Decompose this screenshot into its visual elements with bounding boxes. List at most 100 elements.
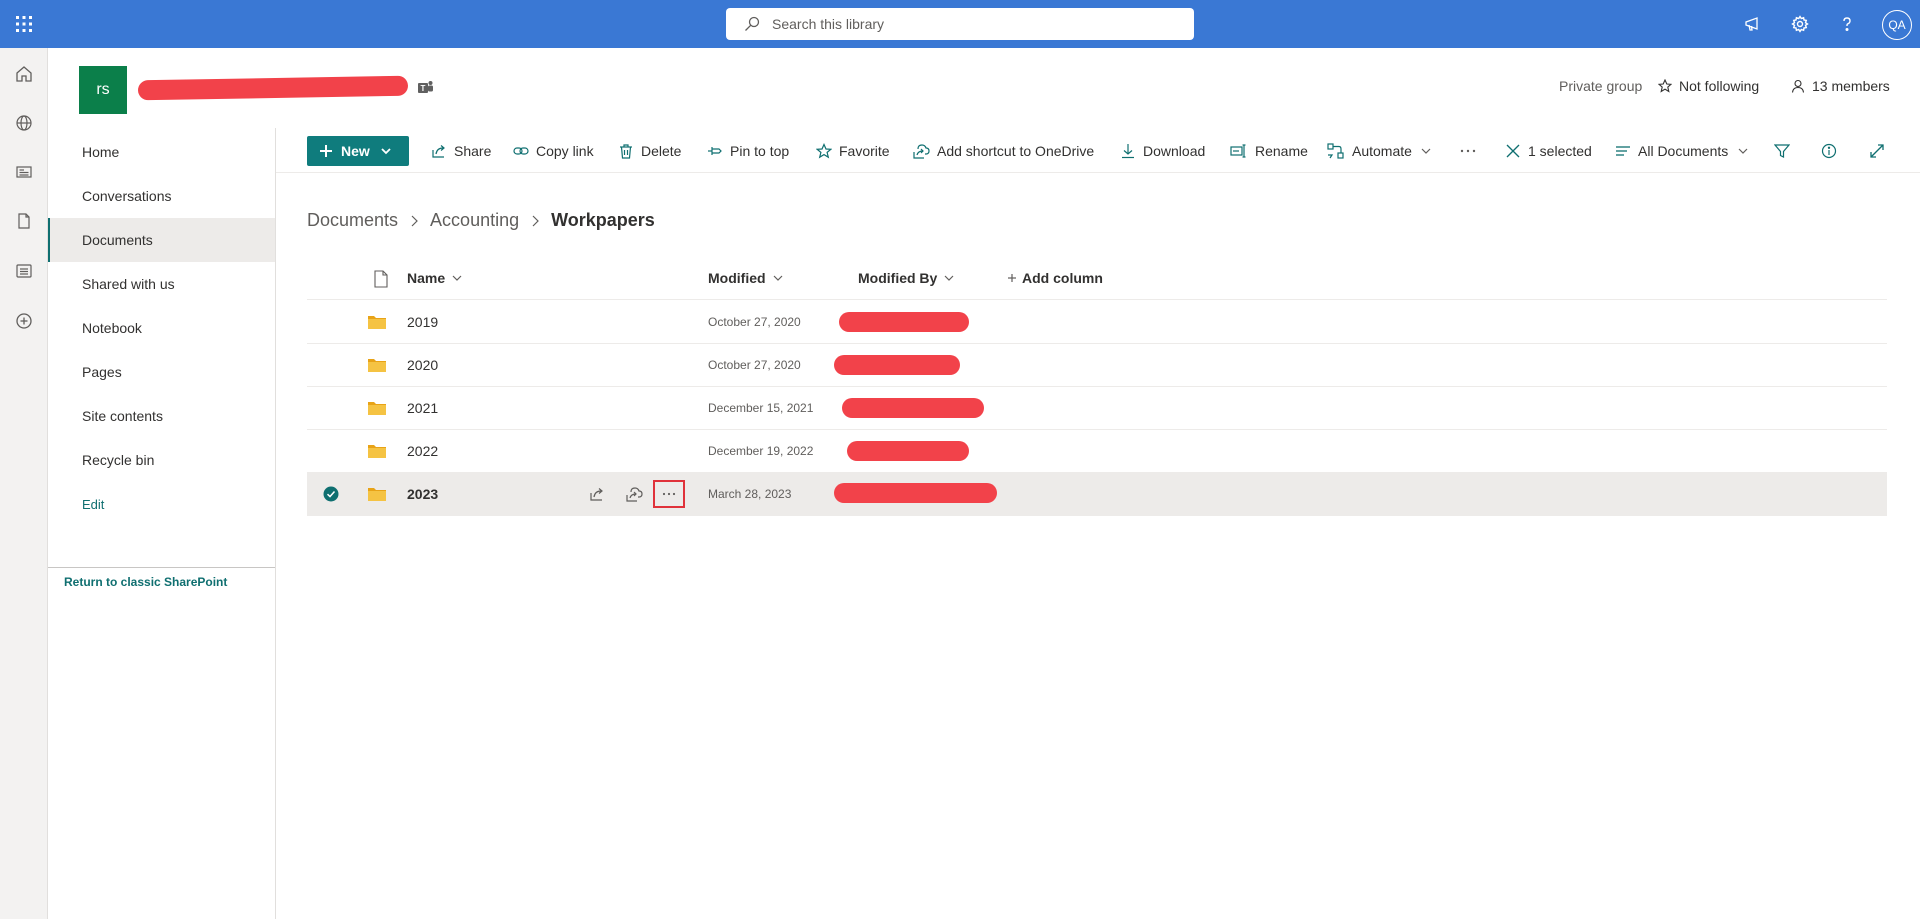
folder-icon [367,344,387,386]
globe-icon[interactable] [12,111,36,135]
return-to-classic-link[interactable]: Return to classic SharePoint [64,575,227,589]
nav-item-home[interactable]: Home [48,130,275,174]
list-header: Name Modified Modified By Add column [307,260,1887,300]
redacted-modified-by [834,483,997,503]
redacted-modified-by [839,312,969,332]
nav-divider [48,567,275,568]
table-row[interactable]: 2020 October 27, 2020 [307,344,1887,387]
file-type-icon[interactable] [367,270,389,288]
row-name[interactable]: 2021 [407,387,438,429]
chevron-right-icon [532,215,539,226]
redacted-modified-by [847,441,969,461]
breadcrumb-item[interactable]: Accounting [430,210,519,231]
plus-icon [320,145,332,157]
nav-item-recycle-bin[interactable]: Recycle bin [48,438,275,482]
add-circle-icon[interactable] [12,309,36,333]
more-icon [1460,149,1476,153]
suite-bar: Search this library QA [0,0,1920,48]
close-icon [1506,144,1520,158]
nav-item-site-contents[interactable]: Site contents [48,394,275,438]
favorite-button[interactable]: Favorite [816,136,890,166]
help-icon[interactable] [1835,12,1859,36]
share-icon[interactable] [587,484,607,504]
pin-to-top-button[interactable]: Pin to top [707,136,789,166]
row-name[interactable]: 2022 [407,430,438,472]
folder-icon [367,301,387,343]
plus-icon [1008,274,1016,282]
selection-count[interactable]: 1 selected [1505,136,1592,166]
column-header-modified-by[interactable]: Modified By [858,270,955,286]
nav-edit-link[interactable]: Edit [48,482,275,526]
redacted-modified-by [834,355,960,375]
share-icon [432,145,445,158]
automate-button[interactable]: Automate [1327,136,1439,166]
breadcrumb-item[interactable]: Documents [307,210,398,231]
info-icon[interactable] [1821,136,1844,166]
folder-icon [367,387,387,429]
chevron-down-icon [1738,148,1748,154]
copy-link-button[interactable]: Copy link [513,136,594,166]
site-logo[interactable]: rs [79,66,127,114]
row-name[interactable]: 2023 [407,473,438,515]
add-shortcut-button[interactable]: Add shortcut to OneDrive [912,136,1094,166]
flow-icon [1327,143,1344,159]
redacted-modified-by [842,398,984,418]
teams-icon[interactable]: T [415,78,435,98]
filter-icon[interactable] [1774,136,1797,166]
star-icon [1658,79,1672,93]
column-header-name[interactable]: Name [407,270,463,286]
follow-button[interactable]: Not following [1658,78,1759,94]
members-button[interactable]: 13 members [1791,78,1890,94]
table-row[interactable]: 2021 December 15, 2021 [307,387,1887,430]
nav-item-shared-with-us[interactable]: Shared with us [48,262,275,306]
app-launcher-icon[interactable] [0,0,48,48]
view-selector[interactable]: All Documents [1615,136,1756,166]
nav-item-pages[interactable]: Pages [48,350,275,394]
row-modified: December 19, 2022 [708,444,814,458]
column-header-modified[interactable]: Modified [708,270,784,286]
left-navigation: Home Conversations Documents Shared with… [48,128,276,919]
row-modified: October 27, 2020 [708,315,801,329]
add-column-button[interactable]: Add column [1007,270,1103,286]
new-button[interactable]: New [307,136,409,166]
person-icon [1791,79,1805,93]
command-bar: New Share Copy link Delete Pin to top Fa… [276,128,1920,173]
home-icon[interactable] [12,62,36,86]
table-row-selected[interactable]: 2023 March 28, 2023 [307,473,1887,516]
table-row[interactable]: 2019 October 27, 2020 [307,301,1887,344]
checkmark-icon[interactable] [323,473,339,515]
news-icon[interactable] [12,160,36,184]
star-icon [816,143,832,159]
expand-icon[interactable] [1869,136,1892,166]
gear-icon[interactable] [1788,12,1812,36]
share-button[interactable]: Share [431,136,491,166]
document-icon[interactable] [12,209,36,233]
chevron-down-icon [1421,148,1431,154]
nav-item-documents[interactable]: Documents [48,218,275,262]
row-name[interactable]: 2019 [407,301,438,343]
table-row[interactable]: 2022 December 19, 2022 [307,430,1887,473]
pin-icon [708,147,722,155]
list-icon[interactable] [12,259,36,283]
rename-icon [1230,144,1246,158]
download-button[interactable]: Download [1120,136,1205,166]
breadcrumb-current: Workpapers [551,210,655,230]
cloud-shortcut-icon[interactable] [624,484,644,504]
row-more-actions-button[interactable] [653,480,685,508]
search-box[interactable]: Search this library [726,8,1194,40]
chevron-down-icon [773,275,782,281]
nav-item-conversations[interactable]: Conversations [48,174,275,218]
redacted-site-title [137,75,409,101]
cloud-shortcut-icon [913,144,930,159]
search-icon [745,16,760,31]
more-commands-button[interactable] [1459,136,1484,166]
avatar[interactable]: QA [1882,10,1912,40]
nav-item-notebook[interactable]: Notebook [48,306,275,350]
megaphone-icon[interactable] [1741,12,1765,36]
rename-button[interactable]: Rename [1230,136,1308,166]
folder-icon [367,430,387,472]
folder-icon [367,473,387,515]
delete-button[interactable]: Delete [618,136,681,166]
row-modified: December 15, 2021 [708,401,814,415]
row-name[interactable]: 2020 [407,344,438,386]
